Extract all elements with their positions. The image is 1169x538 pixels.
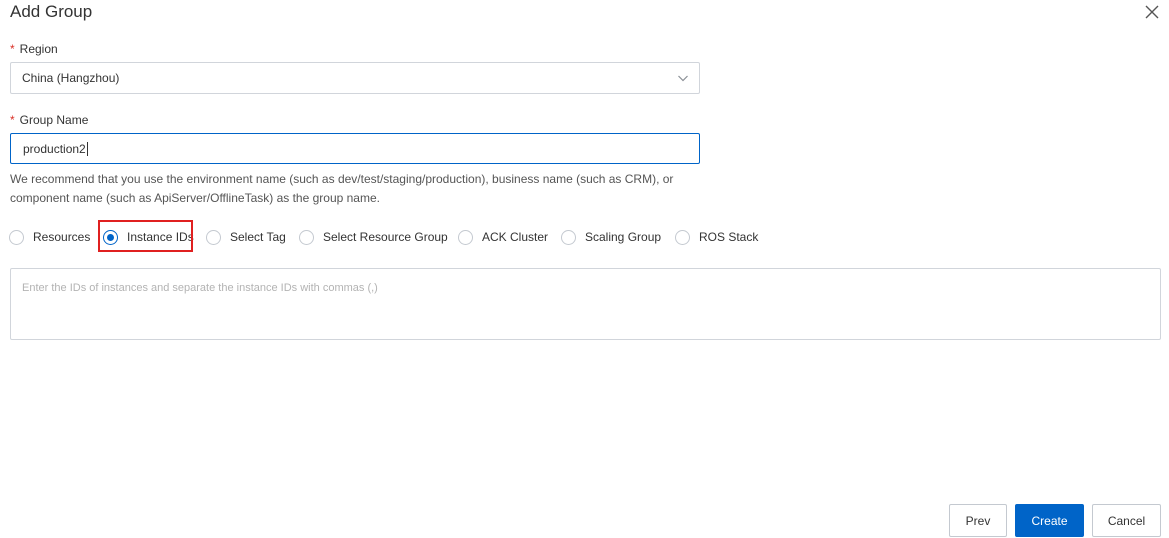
region-label-text: Region <box>19 42 58 56</box>
region-label: * Region <box>10 42 58 56</box>
radio-label: Resources <box>33 230 91 244</box>
source-type-radio-group: Resources Instance IDs Select Tag Select… <box>0 222 1169 252</box>
radio-select-resource-group[interactable]: Select Resource Group <box>299 227 448 247</box>
group-name-input[interactable]: production2 <box>10 133 700 164</box>
group-name-value: production2 <box>23 141 86 156</box>
group-name-label: * Group Name <box>10 113 88 127</box>
instance-ids-placeholder: Enter the IDs of instances and separate … <box>22 282 378 294</box>
region-select[interactable]: China (Hangzhou) <box>10 62 700 94</box>
radio-resources[interactable]: Resources <box>9 227 90 247</box>
radio-label: Select Tag <box>230 230 286 244</box>
radio-circle <box>675 229 690 245</box>
chevron-down-icon <box>677 72 689 87</box>
radio-circle <box>206 229 221 245</box>
radio-label: ACK Cluster <box>482 230 549 244</box>
region-select-value: China (Hangzhou) <box>22 71 120 85</box>
radio-select-tag[interactable]: Select Tag <box>206 227 286 247</box>
text-caret <box>86 141 88 156</box>
add-group-dialog: Add Group * Region China (Hangzhou) * Grou… <box>0 0 1169 538</box>
radio-scaling-group[interactable]: Scaling Group <box>561 227 661 247</box>
radio-instance-ids[interactable]: Instance IDs <box>103 227 194 247</box>
radio-circle <box>458 229 473 245</box>
close-icon[interactable] <box>1141 1 1163 23</box>
radio-circle <box>299 229 314 245</box>
create-button[interactable]: Create <box>1015 504 1084 537</box>
required-mark: * <box>10 113 15 127</box>
radio-label: Scaling Group <box>585 230 662 244</box>
radio-circle <box>561 229 576 245</box>
instance-ids-textarea[interactable]: Enter the IDs of instances and separate … <box>10 268 1161 340</box>
group-name-label-text: Group Name <box>19 113 89 127</box>
radio-circle <box>9 229 24 245</box>
prev-button[interactable]: Prev <box>949 504 1007 537</box>
radio-label: ROS Stack <box>699 230 759 244</box>
radio-label: Instance IDs <box>127 230 194 244</box>
radio-circle-checked <box>103 229 118 245</box>
required-mark: * <box>10 42 15 56</box>
group-name-hint: We recommend that you use the environmen… <box>10 172 674 205</box>
radio-ros-stack[interactable]: ROS Stack <box>675 227 758 247</box>
radio-ack-cluster[interactable]: ACK Cluster <box>458 227 548 247</box>
dialog-title: Add Group <box>10 2 93 21</box>
cancel-button[interactable]: Cancel <box>1092 504 1161 537</box>
radio-label: Select Resource Group <box>323 230 448 244</box>
